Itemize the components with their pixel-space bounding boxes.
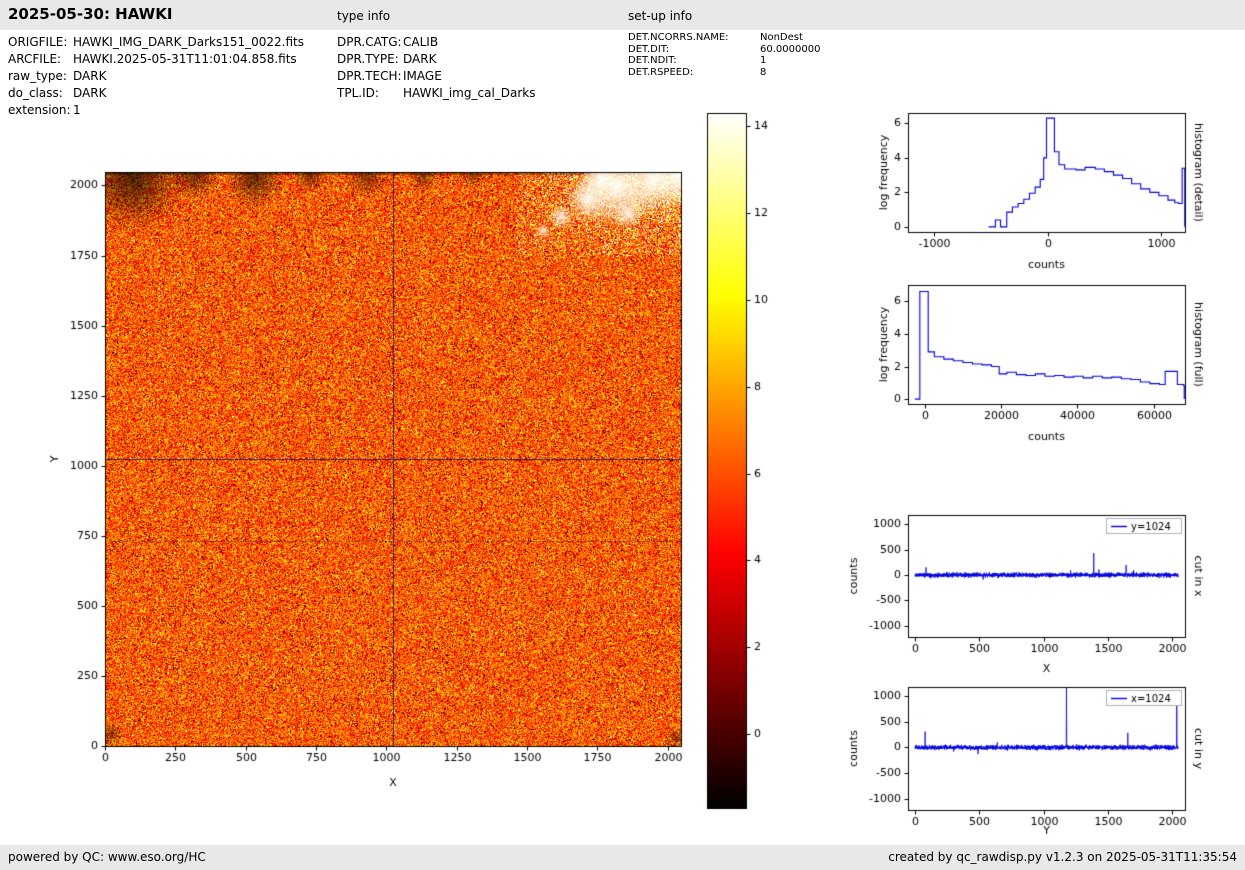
colorbar [698,103,783,818]
info-label: ARCFILE: [8,51,73,68]
info-label: extension: [8,102,73,119]
type-info-row: TPL.ID: HAWKI_img_cal_Darks [337,85,536,102]
header-bar: 2025-05-30: HAWKI type info set-up info [0,0,1245,30]
info-label: DPR.CATG: [337,34,403,51]
info-value: DARK [403,51,436,68]
info-value: HAWKI.2025-05-31T11:01:04.858.fits [73,51,297,68]
histogram-detail-plot [840,105,1245,280]
setup-info-block: DET.NCORRS.NAME: NonDest DET.DIT: 60.000… [628,32,820,78]
file-info-row: ORIGFILE: HAWKI_IMG_DARK_Darks151_0022.f… [8,34,304,51]
setup-info-row: DET.RSPEED: 8 [628,67,820,79]
type-info-row: DPR.TECH: IMAGE [337,68,536,85]
info-value: 1 [73,102,81,119]
file-info-row: extension: 1 [8,102,304,119]
footer-created-by: created by qc_rawdisp.py v1.2.3 on 2025-… [888,850,1237,864]
info-label: DPR.TECH: [337,68,403,85]
info-value: DARK [73,85,106,102]
cut-in-x-plot [840,507,1245,692]
page-title: 2025-05-30: HAWKI [8,5,172,23]
type-info-row: DPR.TYPE: DARK [337,51,536,68]
histogram-full-plot [840,277,1245,452]
info-value: HAWKI_img_cal_Darks [403,85,536,102]
detector-image-plot [40,135,740,815]
info-label: TPL.ID: [337,85,403,102]
file-info-block: ORIGFILE: HAWKI_IMG_DARK_Darks151_0022.f… [8,34,304,119]
footer-bar: powered by QC: www.eso.org/HC created by… [0,845,1245,870]
info-value: CALIB [403,34,438,51]
setup-info-row: DET.NCORRS.NAME: NonDest [628,32,820,44]
file-info-row: ARCFILE: HAWKI.2025-05-31T11:01:04.858.f… [8,51,304,68]
footer-powered-by: powered by QC: www.eso.org/HC [8,850,206,864]
info-label: DET.NCORRS.NAME: [628,32,760,44]
qc-report-page: 2025-05-30: HAWKI type info set-up info … [0,0,1245,870]
type-info-row: DPR.CATG: CALIB [337,34,536,51]
setup-info-row: DET.DIT: 60.0000000 [628,44,820,56]
type-info-block: DPR.CATG: CALIB DPR.TYPE: DARK DPR.TECH:… [337,34,536,102]
info-value: DARK [73,68,106,85]
info-label: ORIGFILE: [8,34,73,51]
info-label: do_class: [8,85,73,102]
info-label: raw_type: [8,68,73,85]
info-label: DET.NDIT: [628,55,760,67]
info-value: NonDest [760,32,803,44]
info-value: IMAGE [403,68,442,85]
info-value: 60.0000000 [760,44,820,56]
info-value: 8 [760,67,766,79]
file-info-row: raw_type: DARK [8,68,304,85]
file-info-row: do_class: DARK [8,85,304,102]
cut-in-y-plot [840,679,1245,864]
type-info-heading: type info [337,9,390,23]
info-label: DET.RSPEED: [628,67,760,79]
info-label: DET.DIT: [628,44,760,56]
info-value: HAWKI_IMG_DARK_Darks151_0022.fits [73,34,304,51]
setup-info-row: DET.NDIT: 1 [628,55,820,67]
info-label: DPR.TYPE: [337,51,403,68]
info-value: 1 [760,55,766,67]
setup-info-heading: set-up info [628,9,692,23]
